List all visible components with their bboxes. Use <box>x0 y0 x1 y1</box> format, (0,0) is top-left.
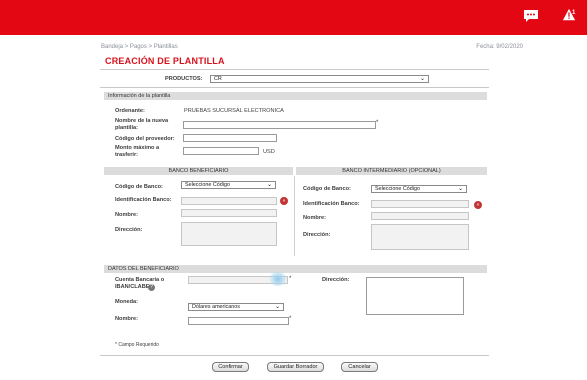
banco-beneficiario-header: BANCO BENEFICIARIO <box>104 167 293 175</box>
productos-divider <box>100 87 489 88</box>
bi-codigo-label: Código de Banco: <box>303 186 351 192</box>
direccion-label: Dirección: <box>322 277 350 283</box>
ordenante-value: PRUEBAS SUCURSAL ELECTRONICA <box>184 108 284 114</box>
chevron-down-icon: ⌄ <box>266 182 272 188</box>
bb-ident-label: Identificación Banco: <box>115 197 172 203</box>
cancel-button[interactable]: Cancelar <box>341 362 378 372</box>
nombre-plantilla-input[interactable] <box>183 121 376 129</box>
productos-value: CR <box>214 76 222 82</box>
direccion-textarea[interactable] <box>366 277 464 315</box>
codigo-proveedor-label: Código del proveedor: <box>115 136 175 142</box>
page-title: CREACIÓN DE PLANTILLA <box>105 56 225 66</box>
title-divider <box>100 69 489 70</box>
moneda-select[interactable]: Dólares americanos ⌄ <box>188 303 284 311</box>
nombre-plantilla-label: Nombre de la nueva plantilla: <box>115 118 169 131</box>
required-mark: * <box>289 316 292 322</box>
top-bar: 1 <box>0 0 587 35</box>
bi-codigo-value: Seleccione Código <box>375 186 420 192</box>
save-draft-button[interactable]: Guardar Borrador <box>267 362 324 372</box>
required-note: * Campo Requerido <box>115 342 159 348</box>
cursor-highlight <box>268 272 288 286</box>
codigo-proveedor-input[interactable] <box>183 134 277 142</box>
productos-label: PRODUCTOS: <box>165 76 203 82</box>
monto-maximo-input[interactable] <box>183 147 259 155</box>
bb-direccion-label: Dirección: <box>115 227 143 233</box>
bi-nombre-input[interactable] <box>371 212 469 220</box>
bb-ident-input[interactable] <box>181 197 277 205</box>
bb-nombre-label: Nombre: <box>115 212 138 218</box>
nombre-label: Nombre: <box>115 316 138 322</box>
chat-bubble-icon[interactable] <box>523 9 539 23</box>
bb-direccion-textarea[interactable] <box>181 222 277 246</box>
bb-nombre-input[interactable] <box>181 209 277 217</box>
moneda-label: Moneda: <box>115 299 138 305</box>
chevron-down-icon: ⌄ <box>419 76 425 82</box>
search-bank-icon[interactable]: » <box>280 197 288 205</box>
cuenta-label: Cuenta Bancaria o IBAN/CLABE <box>115 277 165 290</box>
chevron-down-icon: ⌄ <box>274 304 280 310</box>
banco-intermediario-header: BANCO INTERMEDIARIO (OPCIONAL) <box>296 167 487 175</box>
chevron-down-icon: ⌄ <box>457 186 463 192</box>
date-label: Fecha: 9/02/2020 <box>476 44 523 50</box>
bi-codigo-select[interactable]: Seleccione Código ⌄ <box>371 185 467 193</box>
productos-select[interactable]: CR ⌄ <box>210 75 429 83</box>
form-bottom-divider <box>100 355 489 356</box>
moneda-value: Dólares americanos <box>192 304 240 310</box>
banco-divider <box>294 176 295 256</box>
help-icon[interactable]: ? <box>148 284 155 291</box>
required-mark: * <box>376 120 379 126</box>
alert-badge: 1 <box>572 10 576 16</box>
bi-nombre-label: Nombre: <box>303 215 326 221</box>
bi-ident-label: Identificación Banco: <box>303 201 360 207</box>
breadcrumb[interactable]: Bandeja > Pagos > Plantillas <box>101 44 178 50</box>
bb-codigo-value: Seleccione Código <box>185 182 230 188</box>
required-mark: * <box>289 276 292 282</box>
ordenante-label: Ordenante: <box>115 108 145 114</box>
bb-codigo-select[interactable]: Seleccione Código ⌄ <box>181 181 276 189</box>
bi-direccion-textarea[interactable] <box>371 224 469 250</box>
datos-beneficiario-header: DATOS DEL BENEFICIARIO <box>104 265 487 273</box>
currency-label: USD <box>263 149 275 155</box>
confirm-button[interactable]: Confirmar <box>212 362 249 372</box>
monto-maximo-label: Monto máximo a trasferir: <box>115 145 160 158</box>
bi-direccion-label: Dirección: <box>303 232 331 238</box>
nombre-input[interactable] <box>188 317 289 325</box>
bi-ident-input[interactable] <box>371 200 469 208</box>
search-bank-icon[interactable]: » <box>474 201 482 209</box>
info-section-header: Información de la plantilla <box>104 92 487 100</box>
bb-codigo-label: Código de Banco: <box>115 184 163 190</box>
